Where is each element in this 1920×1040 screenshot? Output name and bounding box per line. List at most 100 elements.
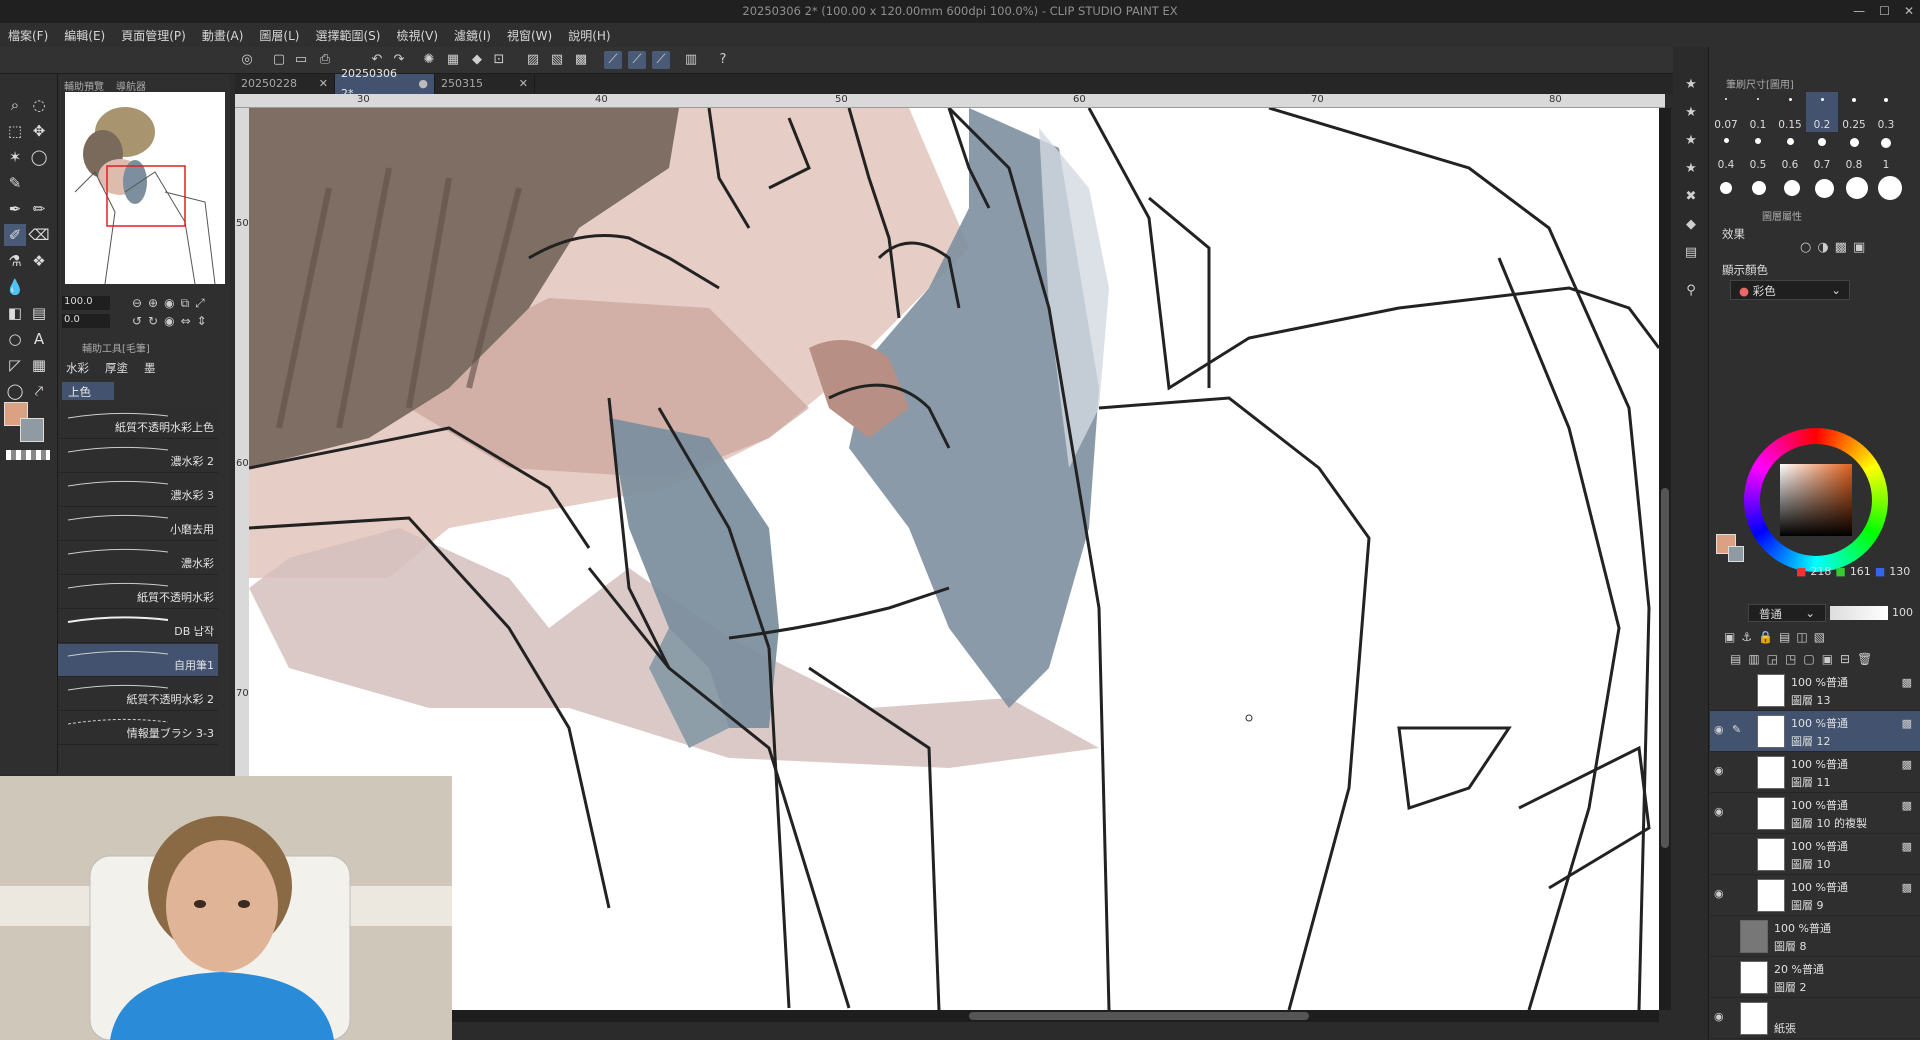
- save-icon[interactable]: ⎙: [316, 51, 334, 69]
- sub-color-swatch[interactable]: [20, 418, 44, 442]
- brush-size-dot[interactable]: [1846, 177, 1868, 199]
- tab-navigator[interactable]: 導航器: [116, 78, 146, 93]
- brush-item[interactable]: 紙質不透明水彩: [58, 576, 218, 609]
- deselect-icon[interactable]: ▨: [524, 51, 542, 69]
- zoom-value[interactable]: 100.0: [62, 296, 110, 310]
- menu-layer[interactable]: 圖層(L): [259, 27, 299, 44]
- brush-size-item[interactable]: 0.4: [1710, 132, 1742, 172]
- brush-size-item[interactable]: 0.7: [1806, 132, 1838, 172]
- help-icon[interactable]: ?: [714, 51, 732, 69]
- close-icon[interactable]: ✕: [519, 74, 528, 94]
- brush-item[interactable]: 小磨去用: [58, 508, 218, 541]
- layer-row[interactable]: ◉ 100 %普通 圖層 9 ▩: [1710, 875, 1920, 916]
- tab-document[interactable]: 20250228 ✕: [235, 74, 335, 94]
- lasso-tool-icon[interactable]: ◌: [28, 94, 50, 116]
- brush-item[interactable]: DB 납작: [58, 610, 218, 643]
- brush-size-dot[interactable]: [1815, 179, 1834, 198]
- layer-row[interactable]: 100 %普通 圖層 8: [1710, 916, 1920, 957]
- airbrush-icon[interactable]: ⚗: [4, 250, 26, 272]
- brush-size-item[interactable]: 0.1: [1742, 92, 1774, 132]
- blend-mode-select[interactable]: 普通 ⌄: [1748, 604, 1826, 622]
- menu-animation[interactable]: 動畫(A): [202, 27, 244, 44]
- visibility-icon[interactable]: ◉: [1714, 887, 1724, 900]
- open-file-icon[interactable]: ▭: [292, 51, 310, 69]
- decoration-icon[interactable]: ❖: [28, 250, 50, 272]
- selection-tool-icon[interactable]: ◯: [28, 146, 50, 168]
- visibility-icon[interactable]: ◉: [1714, 1010, 1724, 1023]
- star-icon[interactable]: ★: [1681, 103, 1701, 123]
- layer-search-icon[interactable]: ▤: [1681, 243, 1701, 263]
- figure-icon[interactable]: ⚲: [1681, 281, 1701, 301]
- sub-color-swatch[interactable]: [1728, 546, 1744, 562]
- menu-help[interactable]: 說明(H): [568, 27, 610, 44]
- hue-ring[interactable]: [1744, 428, 1888, 572]
- layer-action-icons[interactable]: ▤▥◲◳▢▣⊟🗑: [1730, 652, 1879, 666]
- vertical-scrollbar[interactable]: [1659, 108, 1671, 1010]
- brush-size-item[interactable]: 0.8: [1838, 132, 1870, 172]
- scroll-thumb[interactable]: [1661, 488, 1669, 848]
- brush-size-dot[interactable]: [1752, 181, 1766, 195]
- transform-icon[interactable]: ⊡: [490, 51, 508, 69]
- layer-row[interactable]: ◉ 100 %普通 圖層 10 的複製 ▩: [1710, 793, 1920, 834]
- brush-item[interactable]: 紙質不透明水彩上色: [58, 406, 218, 439]
- horizontal-scrollbar[interactable]: [249, 1010, 1659, 1022]
- auto-select-icon[interactable]: ✶: [4, 146, 26, 168]
- frame-border-icon[interactable]: ◸: [4, 354, 26, 376]
- display-color-select[interactable]: ● 彩色 ⌄: [1730, 280, 1850, 300]
- drop-icon[interactable]: ◆: [1681, 215, 1701, 235]
- visibility-icon[interactable]: ◉: [1714, 723, 1724, 736]
- close-icon[interactable]: ✕: [319, 74, 328, 94]
- ruler-tool-icon[interactable]: ▦: [28, 354, 50, 376]
- tab-document-active[interactable]: 20250306 2*●: [335, 67, 435, 100]
- brush-size-item[interactable]: 0.5: [1742, 132, 1774, 172]
- star-icon[interactable]: ★: [1681, 159, 1701, 179]
- star-icon[interactable]: ★: [1681, 131, 1701, 151]
- effect-icons[interactable]: ○◑▩▣: [1800, 240, 1871, 255]
- new-file-icon[interactable]: ▢: [270, 51, 288, 69]
- brush-size-item-active[interactable]: 0.2: [1806, 92, 1838, 132]
- snap-special-ruler-icon[interactable]: ⟋: [628, 51, 646, 69]
- layer-row[interactable]: ◉ 紙張: [1710, 998, 1920, 1039]
- menu-page[interactable]: 頁面管理(P): [121, 27, 186, 44]
- rotate-value[interactable]: 0.0: [62, 314, 110, 328]
- menu-selection[interactable]: 選擇範圍(S): [315, 27, 380, 44]
- brush-size-item[interactable]: 0.25: [1838, 92, 1870, 132]
- brush-tool-icon[interactable]: ✐: [4, 224, 26, 246]
- opacity-slider[interactable]: [1830, 606, 1888, 620]
- opacity-value[interactable]: 100: [1892, 606, 1913, 619]
- brush-item[interactable]: 紙質不透明水彩 2: [58, 678, 218, 711]
- group-ink[interactable]: 墨: [140, 358, 160, 378]
- menu-file[interactable]: 檔案(F): [8, 27, 48, 44]
- brush-size-dot[interactable]: [1878, 176, 1902, 200]
- brush-size-item[interactable]: 0.15: [1774, 92, 1806, 132]
- layer-row[interactable]: 100 %普通 圖層 13 ▩: [1710, 670, 1920, 711]
- figure-tool-icon[interactable]: ○: [4, 328, 26, 350]
- invert-selection-icon[interactable]: ▧: [548, 51, 566, 69]
- drawing-canvas[interactable]: [249, 108, 1659, 1010]
- brush-size-item[interactable]: 0.3: [1870, 92, 1902, 132]
- visibility-icon[interactable]: ◉: [1714, 764, 1724, 777]
- correct-line-icon[interactable]: ⤤: [28, 380, 50, 402]
- zoom-controls-icon[interactable]: ⊖⊕◉⧉⤢: [132, 296, 211, 311]
- snap-ruler-icon[interactable]: ⟋: [604, 51, 622, 69]
- minimize-icon[interactable]: —: [1853, 0, 1865, 23]
- layer-row[interactable]: 100 %普通 圖層 10 ▩: [1710, 834, 1920, 875]
- layer-row-active[interactable]: ◉ ✎ 100 %普通 圖層 12 ▩: [1710, 711, 1920, 752]
- fill-tool-icon[interactable]: ◧: [4, 302, 26, 324]
- text-tool-icon[interactable]: A: [28, 328, 50, 350]
- layer-tool-icons[interactable]: ▣⚓🔒▤◫▧: [1724, 630, 1831, 644]
- transparent-color-swatch[interactable]: [6, 450, 50, 460]
- zoom-tool-icon[interactable]: ⌕: [4, 94, 26, 116]
- menu-window[interactable]: 視窗(W): [507, 27, 552, 44]
- close-icon[interactable]: ✕: [1904, 0, 1914, 23]
- menu-edit[interactable]: 編輯(E): [64, 27, 105, 44]
- balloon-tool-icon[interactable]: ◯: [4, 380, 26, 402]
- gradient-icon[interactable]: ▤: [28, 302, 50, 324]
- tab-document[interactable]: 250315 ✕: [435, 74, 535, 94]
- pencil-tool-icon[interactable]: ✏: [28, 198, 50, 220]
- fill-icon[interactable]: ◆: [468, 51, 486, 69]
- brush-size-item[interactable]: 1: [1870, 132, 1902, 172]
- tab-sub-view[interactable]: 輔助預覽: [64, 78, 104, 93]
- saturation-value-square[interactable]: [1780, 464, 1852, 536]
- clear-icon[interactable]: ✺: [420, 51, 438, 69]
